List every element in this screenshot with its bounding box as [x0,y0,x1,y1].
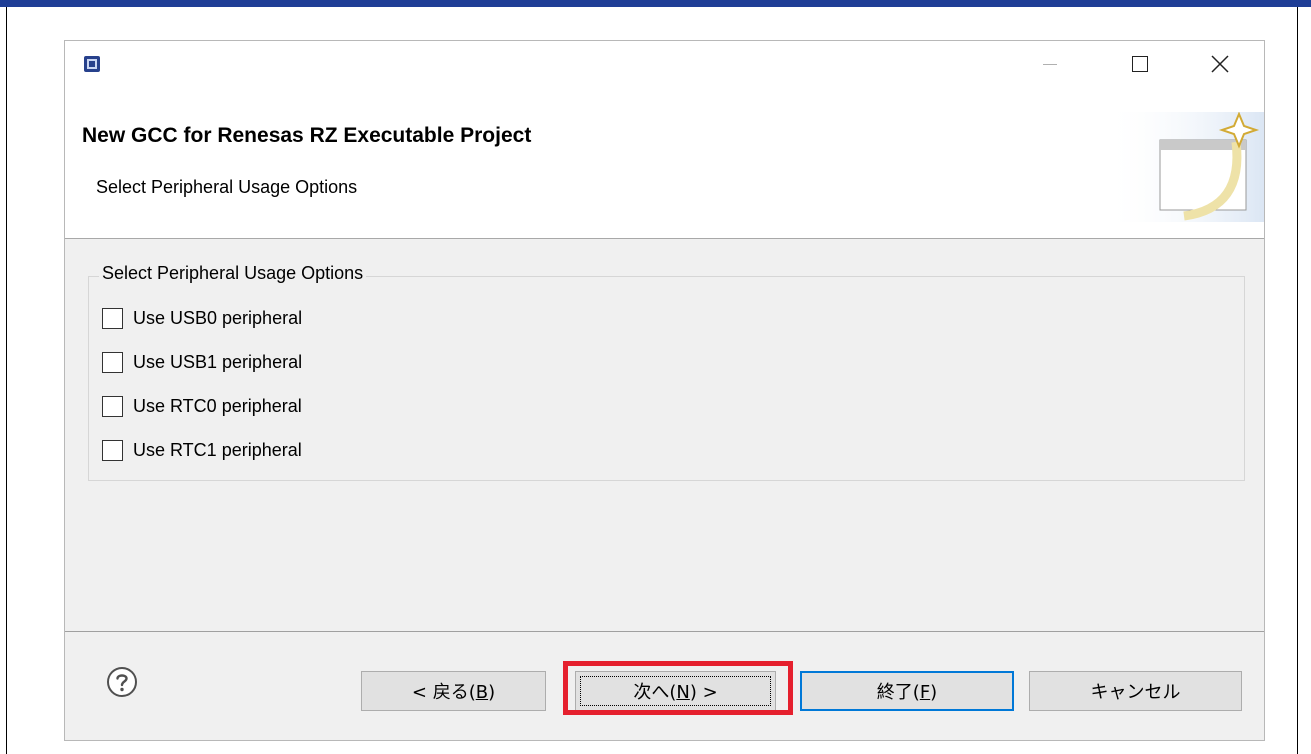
usb1-label: Use USB1 peripheral [133,351,303,372]
peripheral-options-group: Select Peripheral Usage Options Use USB0… [88,263,1245,481]
help-icon[interactable] [106,666,138,698]
page-subtitle: Select Peripheral Usage Options [96,177,358,197]
back-button-text: < 戻る(B) [411,682,496,703]
cancel-button[interactable]: キャンセル [1029,671,1242,711]
usb1-option[interactable]: Use USB1 peripheral [102,349,302,375]
maximize-icon [1132,56,1148,72]
group-legend: Select Peripheral Usage Options [99,263,367,284]
rtc0-checkbox[interactable] [102,395,123,417]
top-rule [0,0,1311,7]
rtc1-checkbox[interactable] [102,439,123,461]
usb0-label: Use USB0 peripheral [133,307,303,328]
rtc0-option[interactable]: Use RTC0 peripheral [102,393,302,419]
rtc0-label: Use RTC0 peripheral [133,395,302,416]
usb0-option[interactable]: Use USB0 peripheral [102,305,302,331]
minimize-icon [1043,63,1057,65]
usb0-checkbox[interactable] [102,307,123,329]
minimize-button[interactable] [1026,47,1074,81]
usb1-checkbox[interactable] [102,351,123,373]
finish-button-text: 終了(F) [876,682,938,703]
title-bar [65,41,1264,87]
back-button[interactable]: < 戻る(B) [361,671,546,711]
rtc1-label: Use RTC1 peripheral [133,439,302,460]
wizard-dialog: New GCC for Renesas RZ Executable Projec… [64,40,1265,741]
wizard-header: New GCC for Renesas RZ Executable Projec… [65,87,1264,239]
page-title: New GCC for Renesas RZ Executable Projec… [82,124,532,147]
next-button-highlight [563,661,793,715]
maximize-button[interactable] [1116,47,1164,81]
wizard-banner-icon [1104,112,1264,222]
finish-button[interactable]: 終了(F) [800,671,1014,711]
close-button[interactable] [1196,47,1244,81]
close-icon [1211,55,1229,73]
footer-separator [65,631,1264,632]
cancel-button-text: キャンセル [1090,682,1181,703]
chip-icon [83,55,101,73]
rtc1-option[interactable]: Use RTC1 peripheral [102,437,302,463]
